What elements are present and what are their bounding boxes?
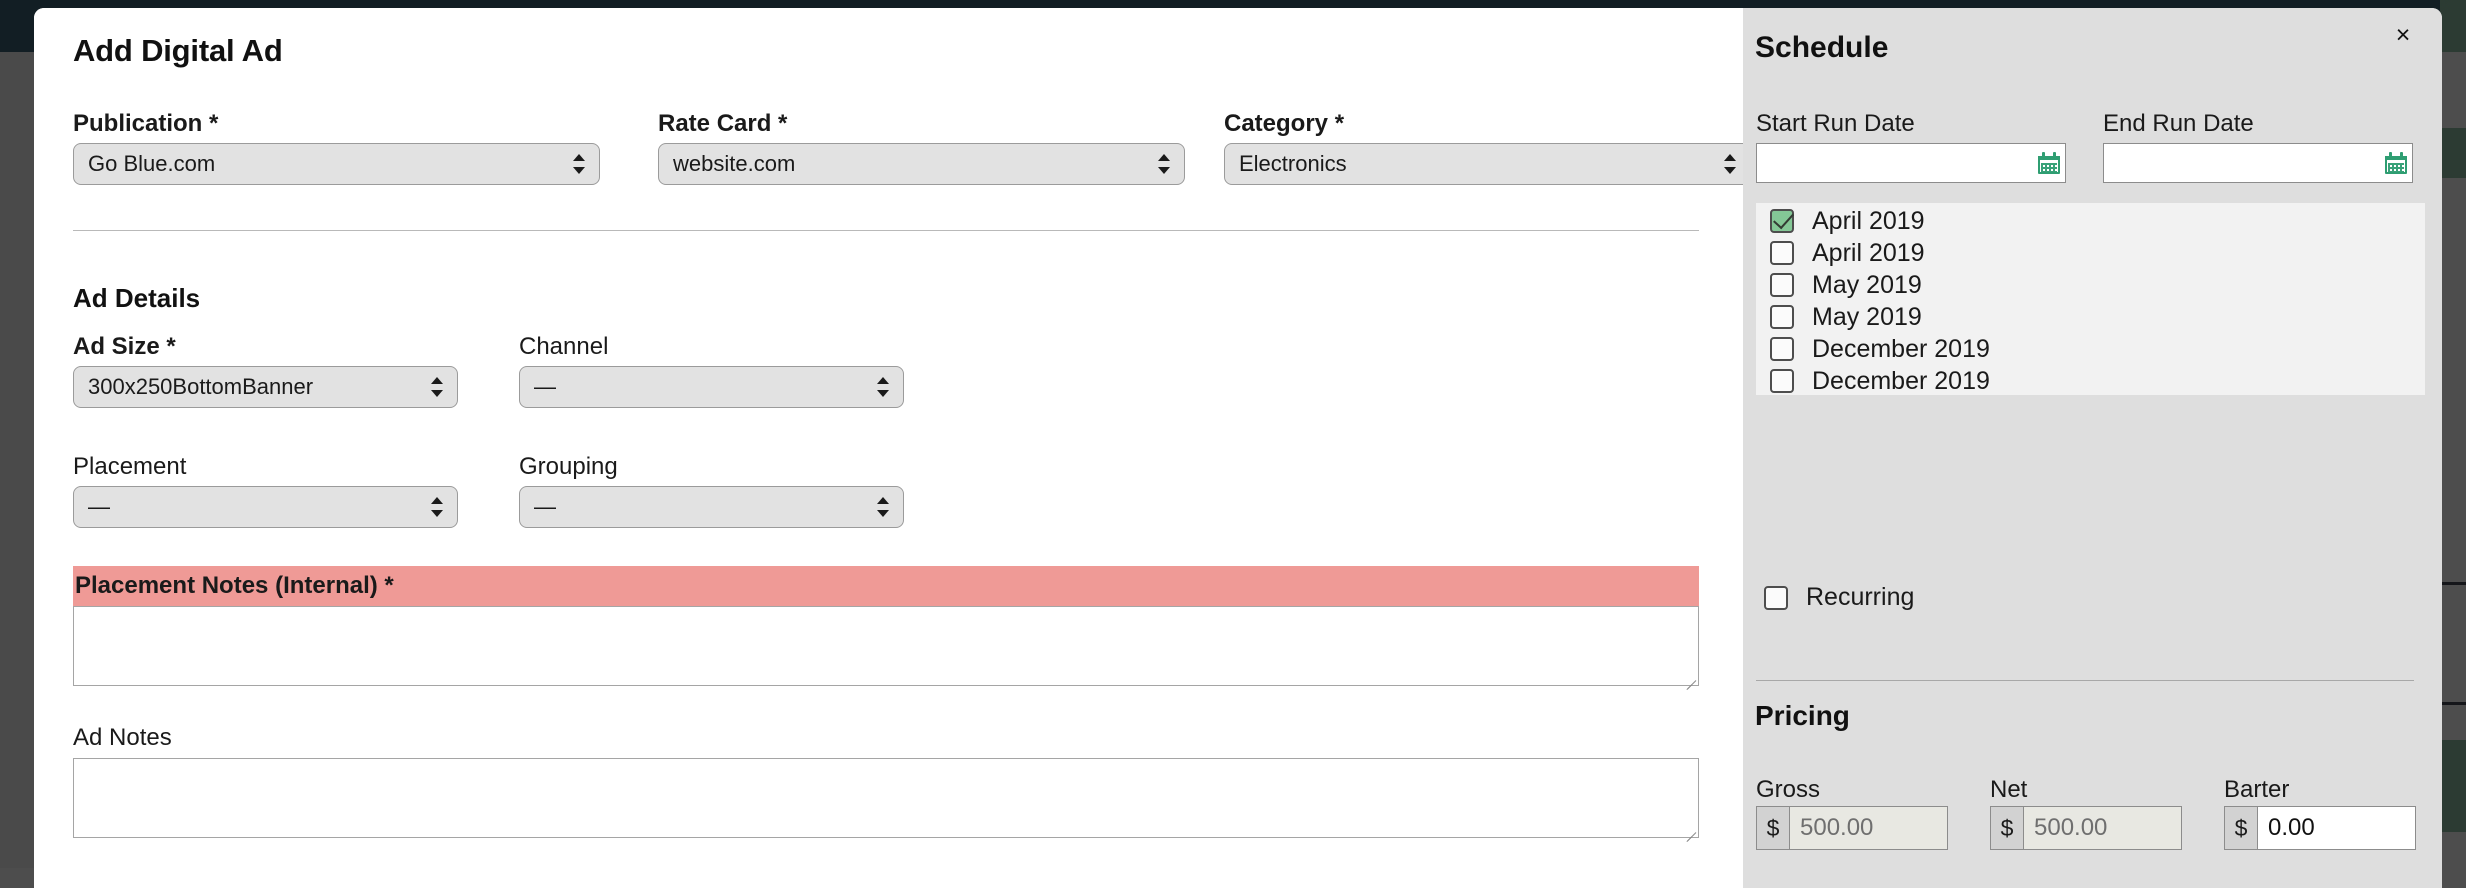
ad-size-select[interactable]: 300x250BottomBanner <box>73 366 458 408</box>
category-label: Category * <box>1224 112 1344 136</box>
channel-select[interactable]: — <box>519 366 904 408</box>
month-list-item[interactable]: April 2019 <box>1770 239 2425 267</box>
placement-label: Placement <box>73 455 186 479</box>
grouping-select[interactable]: — <box>519 486 904 528</box>
rate-card-value: website.com <box>673 151 1150 177</box>
publication-value: Go Blue.com <box>88 151 565 177</box>
bg-strip <box>2440 128 2466 178</box>
month-list-item[interactable]: May 2019 <box>1770 271 2425 299</box>
chevron-updown-icon <box>431 374 443 400</box>
bg-strip <box>2440 0 2466 52</box>
bg-divider <box>2440 702 2466 705</box>
ad-size-value: 300x250BottomBanner <box>88 374 423 400</box>
end-run-date-input[interactable] <box>2103 143 2413 183</box>
modal-title: Add Digital Ad <box>73 33 283 69</box>
currency-symbol: $ <box>2225 807 2258 849</box>
grouping-value: — <box>534 494 869 520</box>
barter-input[interactable]: $ 0.00 <box>2224 806 2416 850</box>
rate-card-label: Rate Card * <box>658 112 787 136</box>
category-value: Electronics <box>1239 151 1716 177</box>
net-value: 500.00 <box>2024 807 2181 849</box>
end-run-date-label: End Run Date <box>2103 112 2254 136</box>
placement-value: — <box>88 494 423 520</box>
ad-notes-input[interactable] <box>73 758 1699 838</box>
ad-notes-label: Ad Notes <box>73 726 172 750</box>
gross-label: Gross <box>1756 778 1820 802</box>
channel-value: — <box>534 374 869 400</box>
chevron-updown-icon <box>1158 151 1170 177</box>
bg-divider <box>2440 582 2466 585</box>
start-run-date-label: Start Run Date <box>1756 112 1915 136</box>
calendar-icon[interactable] <box>2038 152 2060 174</box>
chevron-updown-icon <box>1724 151 1736 177</box>
month-label: May 2019 <box>1812 303 1922 332</box>
gross-value: 500.00 <box>1790 807 1947 849</box>
schedule-pane: × Schedule Start Run Date End Run Date A… <box>1743 8 2442 888</box>
recurring-label: Recurring <box>1806 583 1914 612</box>
month-checkbox[interactable] <box>1770 273 1794 297</box>
recurring-checkbox[interactable] <box>1764 586 1788 610</box>
month-checkbox[interactable] <box>1770 241 1794 265</box>
month-checkbox-list[interactable]: April 2019 April 2019 May 2019 May 2019 … <box>1756 203 2425 395</box>
section-divider <box>73 230 1699 231</box>
bg-strip <box>2440 740 2466 832</box>
rate-card-select[interactable]: website.com <box>658 143 1185 185</box>
modal-form-pane: Add Digital Ad Publication * Go Blue.com… <box>34 8 1743 888</box>
month-list-item[interactable]: December 2019 <box>1770 367 2425 395</box>
chevron-updown-icon <box>877 374 889 400</box>
placement-notes-error-banner: Placement Notes (Internal) * <box>73 566 1699 606</box>
ad-size-label: Ad Size * <box>73 335 176 359</box>
recurring-row[interactable]: Recurring <box>1764 583 1914 612</box>
publication-label: Publication * <box>73 112 218 136</box>
publication-select[interactable]: Go Blue.com <box>73 143 600 185</box>
chevron-updown-icon <box>877 494 889 520</box>
placement-select[interactable]: — <box>73 486 458 528</box>
chevron-updown-icon <box>431 494 443 520</box>
net-input[interactable]: $ 500.00 <box>1990 806 2182 850</box>
add-digital-ad-modal: Add Digital Ad Publication * Go Blue.com… <box>34 8 2442 888</box>
month-label: April 2019 <box>1812 239 1925 268</box>
placement-notes-input[interactable] <box>73 606 1699 686</box>
month-label: December 2019 <box>1812 335 1990 364</box>
month-checkbox[interactable] <box>1770 337 1794 361</box>
month-list-item[interactable]: May 2019 <box>1770 303 2425 331</box>
start-run-date-input[interactable] <box>1756 143 2066 183</box>
barter-value: 0.00 <box>2258 807 2415 849</box>
net-label: Net <box>1990 778 2027 802</box>
month-label: April 2019 <box>1812 207 1925 236</box>
channel-label: Channel <box>519 335 608 359</box>
month-checkbox[interactable] <box>1770 305 1794 329</box>
month-list-item[interactable]: December 2019 <box>1770 335 2425 363</box>
gross-input[interactable]: $ 500.00 <box>1756 806 1948 850</box>
currency-symbol: $ <box>1757 807 1790 849</box>
month-label: December 2019 <box>1812 367 1990 396</box>
close-icon[interactable]: × <box>2386 18 2420 52</box>
grouping-label: Grouping <box>519 455 618 479</box>
placement-notes-label: Placement Notes (Internal) * <box>75 574 394 598</box>
pricing-divider <box>1756 680 2414 681</box>
month-label: May 2019 <box>1812 271 1922 300</box>
month-checkbox[interactable] <box>1770 209 1794 233</box>
ad-details-heading: Ad Details <box>73 285 200 311</box>
month-checkbox[interactable] <box>1770 369 1794 393</box>
currency-symbol: $ <box>1991 807 2024 849</box>
barter-label: Barter <box>2224 778 2289 802</box>
category-select[interactable]: Electronics <box>1224 143 1751 185</box>
calendar-icon[interactable] <box>2385 152 2407 174</box>
month-list-item[interactable]: April 2019 <box>1770 207 2425 235</box>
chevron-updown-icon <box>573 151 585 177</box>
schedule-title: Schedule <box>1755 31 1888 65</box>
pricing-title: Pricing <box>1755 700 1850 732</box>
